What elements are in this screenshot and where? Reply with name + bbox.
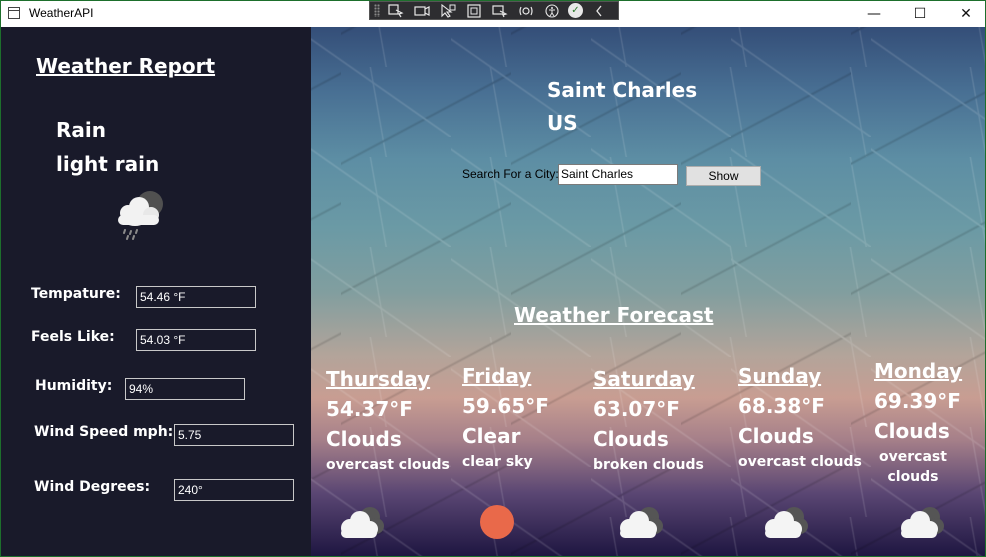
track-focus-icon[interactable] (438, 3, 458, 18)
humidity-field[interactable]: 94% (125, 378, 245, 400)
wind-degrees-label: Wind Degrees: (34, 479, 151, 495)
city-name: Saint Charles (547, 78, 698, 102)
wind-speed-label: Wind Speed mph: (34, 424, 174, 440)
forecast-temperature: 63.07°F (593, 397, 680, 421)
forecast-condition: Clouds (738, 424, 814, 448)
forecast-condition: Clear (462, 424, 521, 448)
forecast-description: clear sky (462, 454, 533, 470)
weather-report-panel: Weather Report Rain light rain Tempature… (1, 27, 311, 556)
xaml-debug-toolbar: ✓ (369, 1, 619, 20)
hot-reload-icon[interactable] (516, 3, 536, 18)
window-title: WeatherAPI (29, 6, 94, 20)
forecast-temperature: 54.37°F (326, 397, 413, 421)
preview-selection-icon[interactable] (464, 3, 484, 18)
forecast-panel: Saint Charles US Search For a City: Sain… (311, 27, 985, 556)
forecast-temperature: 59.65°F (462, 394, 549, 418)
report-title: Weather Report (36, 54, 216, 78)
forecast-day-name: Monday (874, 359, 963, 383)
forecast-day-thursday: Thursday 54.37°F Clouds overcast clouds (326, 367, 466, 475)
maximize-button[interactable]: ☐ (897, 1, 943, 27)
feels-like-label: Feels Like: (31, 329, 115, 345)
forecast-day-monday: Monday 69.39°F Clouds overcast clouds (874, 359, 962, 487)
forecast-description: broken clouds (593, 457, 704, 473)
forecast-day-friday: Friday 59.65°F Clear clear sky (462, 364, 558, 472)
forecast-day-name: Saturday (593, 367, 695, 391)
country-code: US (547, 111, 578, 135)
forecast-condition: Clouds (593, 427, 669, 451)
forecast-description: overcast clouds (738, 454, 862, 470)
binding-failures-icon[interactable] (490, 3, 510, 18)
forecast-temperature: 69.39°F (874, 389, 961, 413)
forecast-condition: Clouds (874, 419, 950, 443)
window-app-icon (8, 7, 20, 19)
forecast-description: overcast clouds (326, 457, 450, 473)
display-layout-adorners-icon[interactable] (412, 3, 432, 18)
toolbar-grip-icon[interactable] (374, 4, 380, 17)
city-search-input[interactable]: Saint Charles (558, 164, 678, 185)
forecast-temperature: 68.38°F (738, 394, 825, 418)
humidity-label: Humidity: (35, 378, 113, 394)
forecast-day-sunday: Sunday 68.38°F Clouds overcast clouds (738, 364, 878, 472)
minimize-button[interactable]: — (851, 1, 897, 27)
close-button[interactable]: ✕ (943, 1, 985, 27)
forecast-day-name: Sunday (738, 364, 822, 388)
rain-cloud-icon (108, 185, 168, 241)
temperature-field[interactable]: 54.46 °F (136, 286, 256, 308)
forecast-day-name: Friday (462, 364, 532, 388)
search-label: Search For a City: (462, 167, 559, 181)
clouds-icon (759, 505, 811, 541)
app-window: WeatherAPI — ☐ ✕ ✓ Weather Report Rain l… (0, 0, 986, 557)
forecast-description: overcast clouds (879, 449, 947, 485)
forecast-day-name: Thursday (326, 367, 431, 391)
condition-main: Rain (56, 118, 106, 142)
clouds-icon (335, 505, 387, 541)
clouds-icon (614, 505, 666, 541)
temperature-label: Tempature: (31, 286, 121, 302)
clouds-icon (895, 505, 947, 541)
forecast-title: Weather Forecast (514, 303, 714, 327)
forecast-condition: Clouds (326, 427, 402, 451)
show-button[interactable]: Show (686, 166, 761, 186)
select-element-icon[interactable] (386, 3, 406, 18)
wind-speed-field[interactable]: 5.75 (174, 424, 294, 446)
forecast-day-saturday: Saturday 63.07°F Clouds broken clouds (593, 367, 733, 475)
collapse-icon[interactable] (589, 3, 609, 18)
hot-reload-ok-icon[interactable]: ✓ (568, 3, 583, 18)
wind-degrees-field[interactable]: 240° (174, 479, 294, 501)
condition-description: light rain (56, 152, 160, 176)
accessibility-icon[interactable] (542, 3, 562, 18)
sun-icon (480, 505, 514, 539)
feels-like-field[interactable]: 54.03 °F (136, 329, 256, 351)
